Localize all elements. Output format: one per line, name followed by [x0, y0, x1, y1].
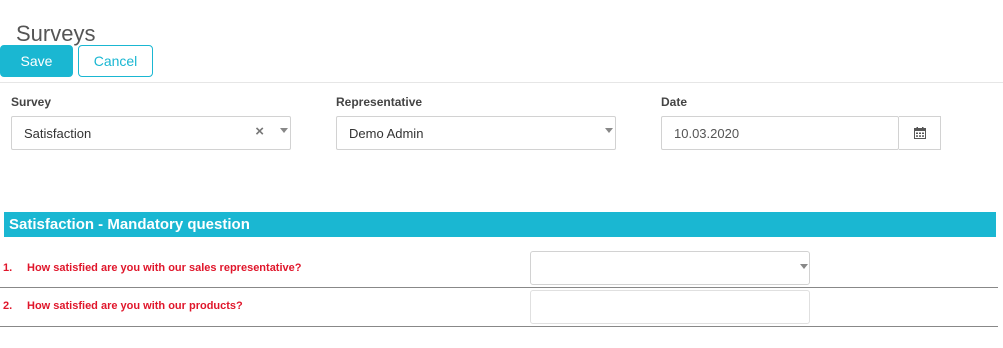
- toolbar-divider: [0, 82, 1003, 83]
- representative-select[interactable]: Demo Admin: [336, 116, 616, 150]
- question-text: How satisfied are you with our products?: [27, 300, 243, 312]
- question-row: 2. How satisfied are you with our produc…: [0, 288, 998, 327]
- date-value: 10.03.2020: [674, 125, 740, 141]
- question-text: How satisfied are you with our sales rep…: [27, 262, 302, 274]
- survey-label: Survey: [11, 95, 52, 109]
- clear-icon[interactable]: ×: [255, 123, 264, 140]
- survey-select[interactable]: Satisfaction ×: [11, 116, 291, 150]
- date-label: Date: [661, 95, 688, 109]
- survey-value: Satisfaction: [24, 125, 92, 141]
- section-header: Satisfaction - Mandatory question: [4, 212, 996, 237]
- question-2-answer-input[interactable]: [530, 290, 810, 324]
- save-button[interactable]: Save: [0, 45, 73, 77]
- question-number: 1.: [3, 262, 13, 274]
- cancel-button[interactable]: Cancel: [78, 45, 153, 77]
- calendar-icon: [913, 127, 926, 139]
- calendar-button[interactable]: [899, 116, 941, 150]
- date-input[interactable]: 10.03.2020: [661, 116, 899, 150]
- representative-label: Representative: [336, 95, 423, 109]
- question-1-answer-select[interactable]: [530, 251, 810, 285]
- representative-value: Demo Admin: [349, 125, 424, 141]
- question-row: 1. How satisfied are you with our sales …: [0, 250, 998, 288]
- page-title: Surveys: [16, 20, 96, 46]
- question-number: 2.: [3, 300, 13, 312]
